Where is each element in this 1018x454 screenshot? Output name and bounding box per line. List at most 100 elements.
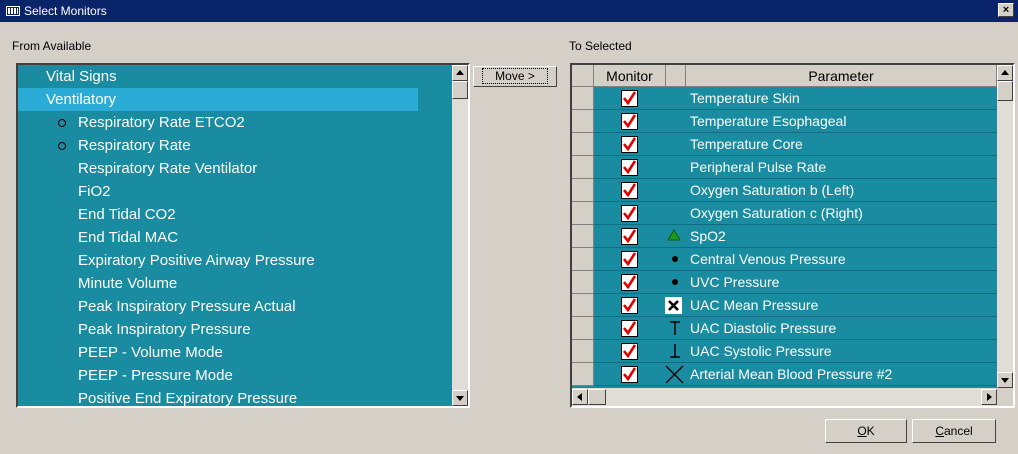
available-list-scrollbar[interactable] <box>452 65 468 406</box>
available-item-label: Minute Volume <box>78 275 178 292</box>
dot-icon <box>664 248 684 271</box>
available-item-label: Peak Inspiratory Pressure <box>78 321 251 338</box>
row-selector[interactable] <box>572 363 594 386</box>
window-title: Select Monitors <box>24 4 107 18</box>
symbol-cell <box>664 179 684 202</box>
parameter-cell[interactable]: Temperature Esophageal <box>690 110 846 133</box>
parameter-cell[interactable]: Temperature Skin <box>690 87 800 110</box>
available-item-label: Vital Signs <box>46 68 117 85</box>
grid-hscroll-thumb[interactable] <box>588 389 606 405</box>
available-item-label: FiO2 <box>78 183 111 200</box>
monitor-checkbox[interactable] <box>621 297 638 314</box>
cancel-button[interactable]: Cancel <box>912 419 996 443</box>
parameter-cell[interactable]: Arterial Mean Blood Pressure #2 <box>690 363 892 386</box>
boxed-x-icon <box>664 294 684 317</box>
monitor-checkbox[interactable] <box>621 366 638 383</box>
row-selector[interactable] <box>572 133 594 156</box>
title-bar: Select Monitors × <box>0 0 1018 22</box>
available-item-label: Positive End Expiratory Pressure <box>78 390 298 406</box>
grid-vertical-scrollbar[interactable] <box>997 65 1013 388</box>
cancel-button-label: Cancel <box>935 424 973 438</box>
symbol-cell <box>664 110 684 133</box>
window-icon <box>6 6 20 16</box>
row-selector[interactable] <box>572 294 594 317</box>
parameter-cell[interactable]: Oxygen Saturation c (Right) <box>690 202 863 225</box>
grid-scroll-up-button[interactable] <box>997 65 1013 81</box>
available-list[interactable]: Vital Signs Ventilatory Respiratory Rate E… <box>16 63 470 408</box>
t-bar-down-icon <box>664 317 684 340</box>
available-item-label: Expiratory Positive Airway Pressure <box>78 252 315 269</box>
circle-bullet-icon <box>58 119 66 127</box>
symbol-cell <box>664 87 684 110</box>
monitor-checkbox[interactable] <box>621 136 638 153</box>
move-button-label: Move > <box>482 68 548 84</box>
symbol-cell <box>664 133 684 156</box>
monitor-checkbox[interactable] <box>621 113 638 130</box>
row-selector[interactable] <box>572 179 594 202</box>
monitor-checkbox[interactable] <box>621 274 638 291</box>
row-selector[interactable] <box>572 110 594 133</box>
grid-corner-header <box>572 65 594 87</box>
scroll-up-button[interactable] <box>452 65 468 81</box>
monitor-checkbox[interactable] <box>621 159 638 176</box>
parameter-column-header[interactable]: Parameter <box>686 65 997 87</box>
dot-icon <box>664 271 684 294</box>
available-item-label: Respiratory Rate ETCO2 <box>78 114 245 131</box>
row-selector[interactable] <box>572 87 594 110</box>
monitor-checkbox[interactable] <box>621 182 638 199</box>
monitor-checkbox[interactable] <box>621 343 638 360</box>
close-button[interactable]: × <box>998 3 1014 17</box>
available-list-items: Vital Signs Ventilatory Respiratory Rate E… <box>18 65 452 406</box>
monitor-column-header[interactable]: Monitor <box>594 65 666 87</box>
x-cross-icon <box>664 363 684 386</box>
row-selector[interactable] <box>572 156 594 179</box>
grid-scroll-thumb[interactable] <box>997 81 1013 101</box>
move-button[interactable]: Move > <box>473 66 557 87</box>
monitor-checkbox[interactable] <box>621 90 638 107</box>
available-item-label: End Tidal MAC <box>78 229 179 246</box>
monitor-checkbox[interactable] <box>621 228 638 245</box>
t-bar-up-icon <box>664 340 684 363</box>
available-item-label: Respiratory Rate Ventilator <box>78 160 258 177</box>
row-selector[interactable] <box>572 340 594 363</box>
scroll-down-button[interactable] <box>452 390 468 406</box>
grid-scroll-right-button[interactable] <box>981 389 997 405</box>
scroll-thumb[interactable] <box>452 81 468 99</box>
parameter-cell[interactable]: SpO2 <box>690 225 726 248</box>
from-available-label: From Available <box>12 39 92 53</box>
parameter-cell[interactable]: Temperature Core <box>690 133 803 156</box>
grid-horizontal-scrollbar[interactable] <box>572 388 997 406</box>
available-item-label: End Tidal CO2 <box>78 206 176 223</box>
symbol-cell <box>664 156 684 179</box>
row-selector[interactable] <box>572 225 594 248</box>
available-item-label: PEEP - Volume Mode <box>78 344 223 361</box>
available-item-label: PEEP - Pressure Mode <box>78 367 233 384</box>
monitor-checkbox[interactable] <box>621 205 638 222</box>
ok-button[interactable]: OK <box>825 419 907 443</box>
monitor-checkbox[interactable] <box>621 251 638 268</box>
circle-bullet-icon <box>58 142 66 150</box>
row-selector[interactable] <box>572 248 594 271</box>
grid-scroll-corner <box>997 388 1013 406</box>
available-item-label: Ventilatory <box>46 91 117 108</box>
parameter-cell[interactable]: Peripheral Pulse Rate <box>690 156 826 179</box>
selected-grid[interactable]: Monitor Parameter Temperature Skin Temper… <box>570 63 1015 408</box>
row-selector[interactable] <box>572 202 594 225</box>
row-selector[interactable] <box>572 271 594 294</box>
parameter-cell[interactable]: UAC Diastolic Pressure <box>690 317 836 340</box>
parameter-cell[interactable]: UAC Systolic Pressure <box>690 340 832 363</box>
available-item[interactable]: Ventilatory <box>18 88 418 111</box>
to-selected-label: To Selected <box>569 39 632 53</box>
row-selector[interactable] <box>572 317 594 340</box>
monitor-checkbox[interactable] <box>621 320 638 337</box>
symbol-column-header[interactable] <box>666 65 686 87</box>
grid-scroll-left-button[interactable] <box>572 389 588 405</box>
ok-rest: K <box>866 424 875 438</box>
parameter-cell[interactable]: UVC Pressure <box>690 271 779 294</box>
parameter-cell[interactable]: Central Venous Pressure <box>690 248 846 271</box>
grid-scroll-down-button[interactable] <box>997 372 1013 388</box>
green-triangle-icon <box>664 225 684 248</box>
parameter-cell[interactable]: UAC Mean Pressure <box>690 294 818 317</box>
parameter-cell[interactable]: Oxygen Saturation b (Left) <box>690 179 854 202</box>
ok-button-label: OK <box>857 424 875 438</box>
